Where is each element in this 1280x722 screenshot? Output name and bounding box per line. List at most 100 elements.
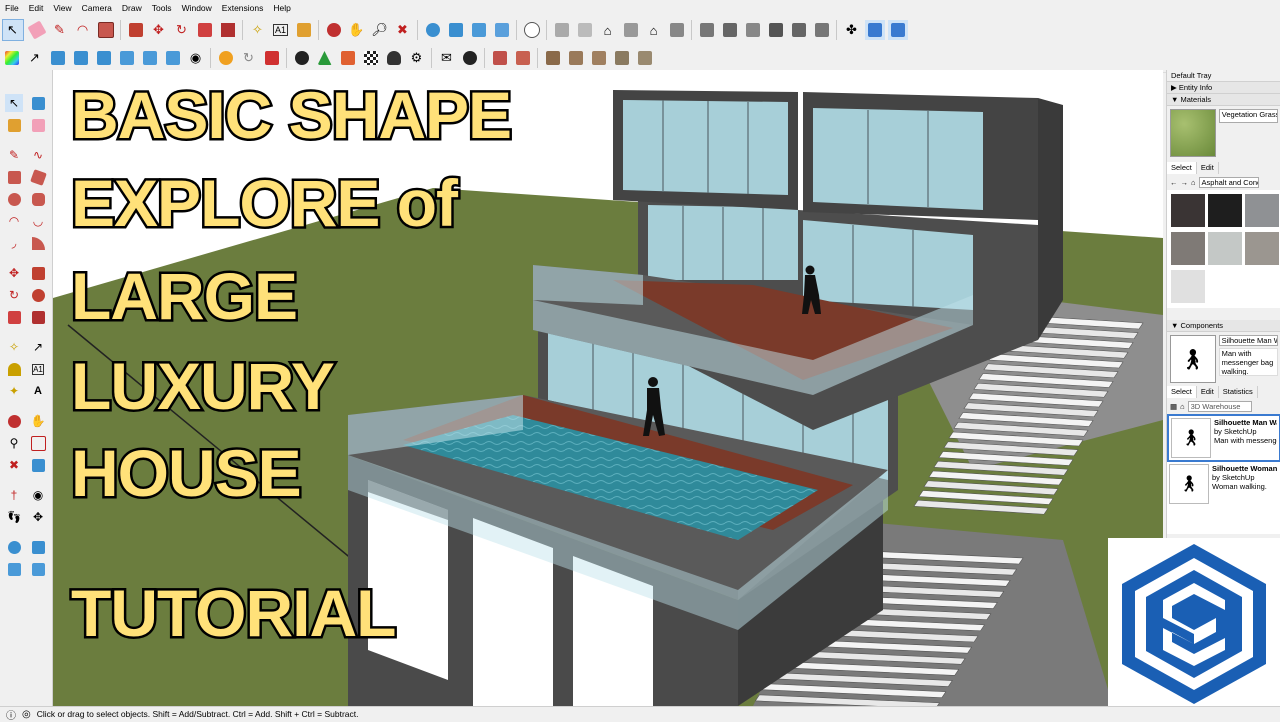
circle-icon[interactable] [5,190,23,208]
eye-icon[interactable]: ◉ [186,48,206,68]
menu-help[interactable]: Help [268,0,295,16]
make-component-icon[interactable] [29,94,47,112]
select-tool-icon[interactable]: ↖ [1,19,24,41]
info-icon[interactable] [460,48,480,68]
text-tool-icon[interactable]: A1 [271,20,291,40]
arc-icon[interactable]: ◠ [5,212,23,230]
rotated-rect-icon[interactable] [29,168,47,186]
menu-view[interactable]: View [48,0,76,16]
left-view-icon[interactable] [667,20,687,40]
smoove-icon[interactable] [469,20,489,40]
protractor-icon[interactable] [5,360,23,378]
layout-icon[interactable] [490,48,510,68]
account-icon[interactable] [522,20,542,40]
xray-style-icon[interactable] [697,20,717,40]
materials-tab-edit[interactable]: Edit [1197,162,1219,174]
orbit-tool-icon[interactable] [5,412,23,430]
texture-icon[interactable] [612,48,632,68]
stamp-icon[interactable] [492,20,512,40]
section-plane-icon[interactable] [864,20,885,40]
add-location-icon[interactable] [94,48,114,68]
sandbox-from-contours-icon[interactable] [423,20,443,40]
material-collection-select[interactable]: Asphalt and Concrete [1198,176,1259,188]
freehand-icon[interactable]: ∿ [29,146,47,164]
material-swatch[interactable] [1244,231,1279,265]
model-viewport[interactable]: BASIC SHAPE EXPLORE of LARGE LUXURY HOUS… [53,70,1163,706]
rect-icon[interactable] [5,168,23,186]
material-swatch[interactable] [1244,193,1279,227]
entity-info-header[interactable]: ▶ Entity Info [1167,82,1280,94]
shapes-icon[interactable] [338,48,358,68]
zoom-extents-tool-icon[interactable]: ✖ [5,456,23,474]
forward-arrow-icon[interactable]: → [1181,178,1189,187]
status-geolocation-icon[interactable]: ◎ [22,709,31,720]
pencil-icon[interactable]: ✎ [5,146,23,164]
pan-icon[interactable]: ✋ [347,20,367,40]
offset-tool-icon[interactable] [218,20,238,40]
shaded-style-icon[interactable] [766,20,786,40]
terrain-icon[interactable] [635,48,655,68]
right-view-icon[interactable] [621,20,641,40]
eraser-tool-icon[interactable] [26,20,47,40]
home-icon[interactable]: ⌂ [1191,178,1196,187]
paint-icon[interactable] [5,116,23,134]
components-header[interactable]: ▼ Components [1167,320,1280,332]
checker-icon[interactable] [361,48,381,68]
reload-icon[interactable]: ↻ [239,48,259,68]
push-pull-tool-icon[interactable] [126,20,146,40]
arc-tool-icon[interactable]: ◠ [73,20,93,40]
scale-tool-icon[interactable] [195,20,215,40]
text-icon[interactable]: A1 [29,360,47,378]
move-icon[interactable]: ✥ [5,264,23,282]
line-tool-icon[interactable]: ✎ [50,20,70,40]
zoom-tool-icon[interactable]: ⚲ [5,434,23,452]
components-home-icon[interactable]: ⌂ [1180,402,1185,411]
flip-icon[interactable] [117,48,137,68]
section-tool-icon[interactable]: ✥ [29,508,47,526]
paint-bucket-icon[interactable] [294,20,314,40]
match-photo-icon[interactable] [566,48,586,68]
offset-icon[interactable] [29,308,47,326]
menu-file[interactable]: File [0,0,24,16]
sandbox-smoove-icon[interactable] [5,560,23,578]
dimension-icon[interactable]: ↗ [29,338,47,356]
add-icon[interactable] [292,48,312,68]
rectangle-tool-icon[interactable] [96,20,116,40]
component-preview-thumbnail[interactable]: 🚶︎ [1170,335,1216,383]
arc2-icon[interactable]: ◡ [29,212,47,230]
materials-tab-select[interactable]: Select [1167,162,1197,174]
components-tab-select[interactable]: Select [1167,386,1197,398]
erase-icon[interactable] [29,116,47,134]
menu-camera[interactable]: Camera [77,0,117,16]
previous-view-icon[interactable] [29,456,47,474]
menu-edit[interactable]: Edit [24,0,49,16]
sandbox-scratch-icon[interactable] [29,538,47,556]
polygon-icon[interactable] [29,190,47,208]
back-view-icon[interactable]: ⌂ [644,20,664,40]
back-arrow-icon[interactable]: ← [1170,178,1178,187]
position-camera-icon[interactable] [48,48,68,68]
position-camera-tool-icon[interactable]: † [5,486,23,504]
sandbox-from-scratch-icon[interactable] [446,20,466,40]
component-result-item[interactable]: 🚶︎ Silhouette Woman by SketchUp Woman wa… [1167,462,1280,506]
tape-icon[interactable]: ✧ [5,338,23,356]
zoom-window-icon[interactable] [29,434,47,452]
zoom-extents-icon[interactable]: ✖ [393,20,413,40]
walk-tool-icon[interactable]: 👣︎ [5,508,23,526]
select-icon[interactable]: ↖ [5,94,23,112]
rotate-icon[interactable]: ↻ [5,286,23,304]
move-tool-icon[interactable]: ✥ [149,20,169,40]
look-around-icon[interactable] [71,48,91,68]
add-detail-icon[interactable] [163,48,183,68]
solid-tools-icon[interactable] [216,48,236,68]
sandbox-stamp-icon[interactable] [29,560,47,578]
pushpull-icon[interactable] [29,264,47,282]
color-by-layer-icon[interactable] [2,48,22,68]
cloud-upload-icon[interactable] [384,48,404,68]
wireframe-style-icon[interactable] [720,20,740,40]
menu-extensions[interactable]: Extensions [217,0,269,16]
iso-view-icon[interactable] [552,20,572,40]
sandbox-contours-icon[interactable] [5,538,23,556]
pan-tool-icon[interactable]: ✋ [29,412,47,430]
monochrome-style-icon[interactable] [812,20,832,40]
